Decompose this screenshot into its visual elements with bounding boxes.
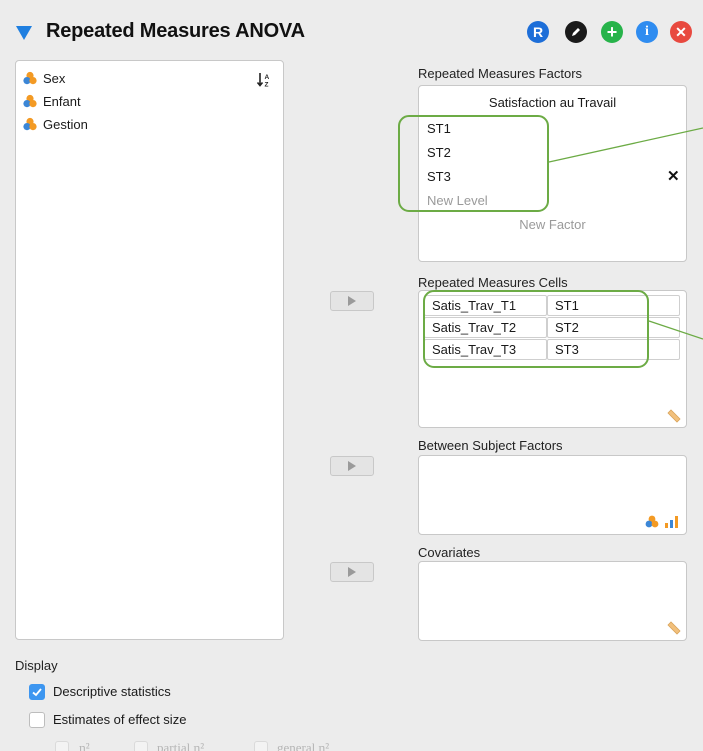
effect-size-label[interactable]: Estimates of effect size: [53, 712, 186, 727]
descriptive-label[interactable]: Descriptive statistics: [53, 684, 171, 699]
partial-eta-sq-label: partial η²: [157, 740, 205, 751]
effect-size-checkbox[interactable]: [29, 712, 45, 728]
general-eta-sq-label: general η²: [277, 740, 330, 751]
partial-eta-sq-checkbox[interactable]: [134, 741, 148, 751]
eta-sq-checkbox[interactable]: [55, 741, 69, 751]
check-icon: [32, 688, 42, 697]
effect-size-suboptions: η² partial η² general η²: [0, 739, 703, 751]
eta-sq-label: η²: [79, 740, 90, 751]
annotation-lines: [548, 127, 703, 340]
display-label: Display: [15, 658, 58, 673]
general-eta-sq-checkbox[interactable]: [254, 741, 268, 751]
descriptive-checkbox[interactable]: [29, 684, 45, 700]
